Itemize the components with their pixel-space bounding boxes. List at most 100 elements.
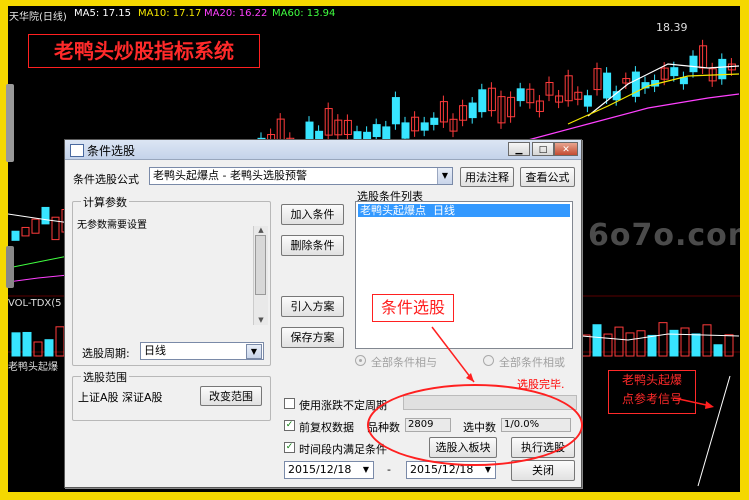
condition-select-callout: 条件选股 <box>372 294 454 322</box>
condition-list[interactable]: 老鸭头起爆点 日线 <box>355 201 573 349</box>
left-panel-toggle[interactable] <box>6 246 14 288</box>
scroll-up-icon[interactable]: ▲ <box>254 226 268 235</box>
volume-bar <box>713 344 723 357</box>
volume-bar <box>625 332 635 357</box>
date-from-value: 2015/12/18 <box>288 463 352 476</box>
volume-bar <box>33 341 43 357</box>
candle-body <box>670 67 679 77</box>
import-plan-button[interactable]: 引入方案 <box>281 296 344 317</box>
and-conditions-label: 全部条件相与 <box>371 356 437 369</box>
or-conditions-label: 全部条件相或 <box>499 356 565 369</box>
left-panel-handle[interactable] <box>6 84 14 162</box>
no-params-text: 无参数需要设置 <box>77 220 147 231</box>
volume-bar <box>44 339 54 357</box>
chevron-down-icon[interactable]: ▼ <box>246 344 262 359</box>
params-scrollbar[interactable]: ▲ ▼ <box>253 226 268 325</box>
formula-value: 老鸭头起爆点 - 老鸭头选股预警 <box>153 169 307 182</box>
ma5-value: MA5: 17.15 <box>74 8 132 19</box>
candle-body <box>468 102 477 119</box>
maximize-icon[interactable]: □ <box>532 142 554 156</box>
change-range-button[interactable]: 改变范围 <box>200 386 262 406</box>
volume-bar <box>691 333 701 357</box>
usage-notes-button[interactable]: 用法注释 <box>460 167 514 187</box>
volume-bar <box>592 324 602 357</box>
volume-ma-line <box>581 333 740 341</box>
volume-bar <box>647 334 657 357</box>
date-separator: - <box>387 463 391 476</box>
chart-title: 老鸭头炒股指标系统 <box>28 34 260 68</box>
range-group: 选股范围 上证A股 深证A股 改变范围 <box>72 369 271 421</box>
ma10-value: MA10: 17.17 <box>138 8 202 19</box>
candle-body <box>583 95 592 107</box>
close-icon[interactable]: ✕ <box>554 142 578 156</box>
save-plan-button[interactable]: 保存方案 <box>281 327 344 348</box>
window-icon <box>70 144 84 157</box>
add-condition-button[interactable]: 加入条件 <box>281 204 344 225</box>
use-period-checkbox[interactable] <box>284 398 295 409</box>
candle-body <box>382 126 391 140</box>
delete-condition-button[interactable]: 删除条件 <box>281 235 344 256</box>
formula-label: 条件选股公式 <box>73 173 139 186</box>
candle-body <box>372 124 381 138</box>
restored-data-label: 前复权数据 <box>299 421 354 434</box>
signal-note-line1: 老鸭头起爆 <box>621 373 682 387</box>
dialog-titlebar[interactable]: 条件选股 ▁ □ ✕ <box>65 140 581 160</box>
condition-list-item[interactable]: 老鸭头起爆点 日线 <box>358 204 570 217</box>
calc-params-group: 计算参数 无参数需要设置 ▲ ▼ 选股周期: 日线 ▼ <box>72 194 271 366</box>
candle-body <box>41 206 50 225</box>
volume-bar <box>11 332 21 357</box>
calc-params-title: 计算参数 <box>81 194 129 210</box>
candle-body <box>516 88 525 102</box>
ma60-value: MA60: 13.94 <box>272 8 336 19</box>
formula-select[interactable]: 老鸭头起爆点 - 老鸭头选股预警 ▼ <box>149 167 453 185</box>
candle-body <box>603 72 612 99</box>
close-button[interactable]: 关闭 <box>511 460 575 481</box>
volume-bar <box>22 331 32 357</box>
scroll-down-icon[interactable]: ▼ <box>254 316 268 325</box>
volume-bar <box>581 334 591 357</box>
dialog-title: 条件选股 <box>87 144 136 158</box>
highlight-ellipse <box>367 384 583 466</box>
ma20-value: MA20: 16.22 <box>204 8 268 19</box>
range-title: 选股范围 <box>81 369 129 385</box>
period-select[interactable]: 日线 ▼ <box>140 342 264 360</box>
candle-body <box>430 117 439 125</box>
time-range-label: 时间段内满足条件 <box>299 443 387 456</box>
or-conditions-radio[interactable] <box>483 355 494 366</box>
peak-price-label: 18.39 <box>656 21 688 34</box>
candle-body <box>401 122 410 139</box>
chevron-down-icon[interactable]: ▼ <box>359 462 373 478</box>
signal-indicator-label: 老鸭头起爆 <box>8 362 58 373</box>
volume-bar <box>724 334 734 357</box>
signal-note-line2: 点参考信号 <box>621 392 682 406</box>
period-value: 日线 <box>144 344 166 357</box>
restored-data-checkbox[interactable]: ✓ <box>284 420 295 431</box>
candle-body <box>420 122 429 131</box>
stock-name: 天华院(日线) <box>9 12 67 23</box>
minimize-icon[interactable]: ▁ <box>508 142 530 156</box>
candle-body <box>21 226 30 237</box>
volume-bar <box>603 333 613 357</box>
signal-line <box>697 375 731 487</box>
volume-bar <box>702 324 712 357</box>
ma20-line <box>527 93 740 141</box>
time-range-checkbox[interactable]: ✓ <box>284 442 295 453</box>
range-value: 上证A股 深证A股 <box>78 391 163 404</box>
candle-body <box>11 230 20 241</box>
date-from-select[interactable]: 2015/12/18 ▼ <box>284 461 374 479</box>
candle-body <box>31 218 40 234</box>
volume-bar <box>658 322 668 357</box>
chevron-down-icon[interactable]: ▼ <box>437 168 452 184</box>
candle-body <box>718 58 727 80</box>
scroll-thumb[interactable] <box>255 235 266 295</box>
candle-body <box>679 77 688 85</box>
period-label: 选股周期: <box>82 347 130 360</box>
signal-note-box: 老鸭头起爆 点参考信号 <box>608 370 696 414</box>
view-formula-button[interactable]: 查看公式 <box>520 167 575 187</box>
candle-body <box>391 97 400 125</box>
watermark: 6o7o.com <box>588 218 740 253</box>
and-conditions-radio[interactable] <box>355 355 366 366</box>
candle-body <box>689 55 698 73</box>
candle-body <box>478 89 487 113</box>
volume-indicator-label: VOL-TDX(5 <box>8 298 62 309</box>
